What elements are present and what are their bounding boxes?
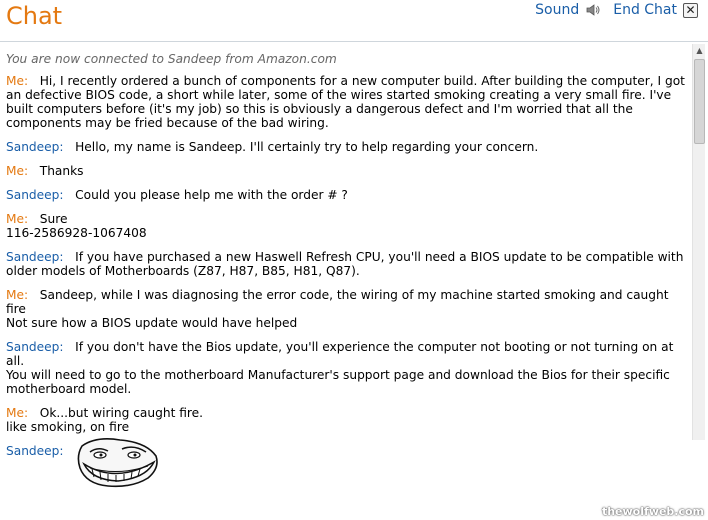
message-text: Sure 116-2586928-1067408	[6, 212, 147, 240]
chat-message: Me: Hi, I recently ordered a bunch of co…	[6, 74, 686, 130]
chat-message: Me: Sure 116-2586928-1067408	[6, 212, 686, 240]
message-text: Could you please help me with the order …	[75, 188, 348, 202]
message-speaker: Me:	[6, 288, 29, 302]
end-chat-link[interactable]: End Chat	[613, 2, 677, 18]
message-text: Hello, my name is Sandeep. I'll certainl…	[75, 140, 539, 154]
chat-message: Sandeep: Could you please help me with t…	[6, 188, 686, 202]
trollface-image	[76, 438, 160, 492]
message-speaker: Sandeep:	[6, 250, 64, 264]
scrollbar-thumb[interactable]	[694, 59, 705, 144]
watermark: thewolfweb.com	[601, 505, 704, 518]
message-speaker: Me:	[6, 164, 29, 178]
message-speaker: Sandeep:	[6, 340, 64, 354]
chat-controls: Sound End Chat ✕	[535, 2, 698, 18]
sound-toggle[interactable]: Sound	[535, 2, 579, 18]
message-speaker: Sandeep:	[6, 140, 64, 154]
message-speaker: Me:	[6, 212, 29, 226]
connection-notice: You are now connected to Sandeep from Am…	[6, 52, 337, 66]
chat-header: Chat Sound End Chat ✕	[0, 0, 708, 42]
close-icon[interactable]: ✕	[683, 2, 698, 18]
message-speaker: Me:	[6, 74, 29, 88]
message-speaker: Sandeep:	[6, 188, 64, 202]
transcript-scrollbar[interactable]: ▲	[692, 44, 705, 440]
chat-message: Me: Thanks	[6, 164, 686, 178]
chat-message: Sandeep: If you don't have the Bios upda…	[6, 340, 686, 396]
message-text: If you don't have the Bios update, you'l…	[6, 340, 674, 396]
speaker-icon[interactable]	[585, 2, 601, 18]
message-text: Ok...but wiring caught fire. like smokin…	[6, 406, 204, 434]
message-text: Sandeep, while I was diagnosing the erro…	[6, 288, 669, 330]
message-speaker: Sandeep:	[6, 444, 64, 458]
chat-message: Sandeep: Hello, my name is Sandeep. I'll…	[6, 140, 686, 154]
scroll-up-icon[interactable]: ▲	[693, 44, 706, 57]
chat-message: Sandeep: If you have purchased a new Has…	[6, 250, 686, 278]
message-speaker: Me:	[6, 406, 29, 420]
chat-title: Chat	[6, 2, 63, 30]
message-text: If you have purchased a new Haswell Refr…	[6, 250, 688, 278]
chat-message: Me: Sandeep, while I was diagnosing the …	[6, 288, 686, 330]
chat-transcript: You are now connected to Sandeep from Am…	[6, 52, 686, 468]
message-text: Thanks	[39, 164, 84, 178]
chat-message: Me: Ok...but wiring caught fire. like sm…	[6, 406, 686, 434]
message-text: Hi, I recently ordered a bunch of compon…	[6, 74, 689, 130]
